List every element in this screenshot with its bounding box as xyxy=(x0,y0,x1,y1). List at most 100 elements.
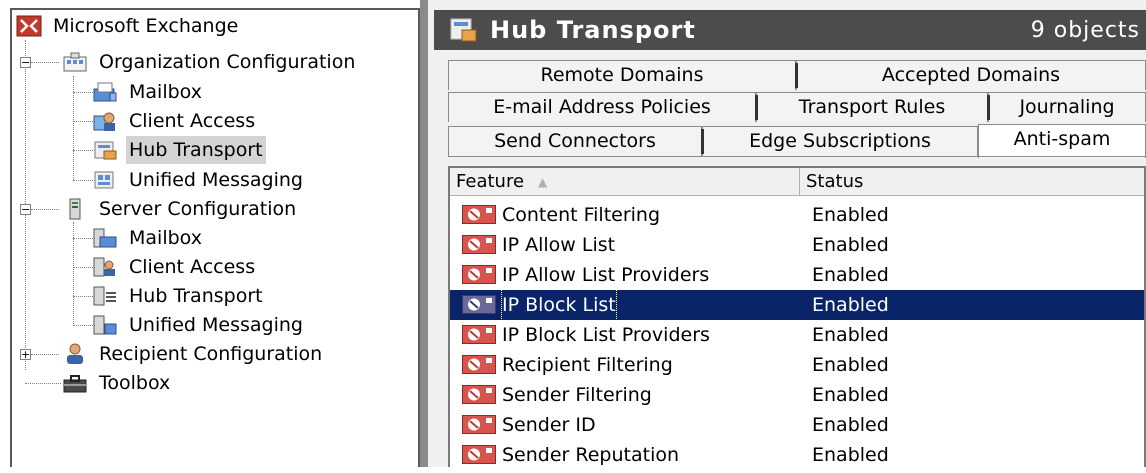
table-row[interactable]: Sender Reputation Enabled xyxy=(450,440,1144,470)
tab-email-address-policies[interactable]: E-mail Address Policies xyxy=(448,92,756,122)
tree-item-label: Mailbox xyxy=(129,81,202,103)
anti-spam-agent-icon xyxy=(462,235,496,254)
tree-item-label: Mailbox xyxy=(129,227,202,249)
anti-spam-agent-icon xyxy=(462,385,496,404)
status-cell: Enabled xyxy=(812,204,889,226)
table-row[interactable]: Sender Filtering Enabled xyxy=(450,380,1144,410)
tab-strip-divider xyxy=(448,156,1146,157)
anti-spam-agent-icon xyxy=(462,445,496,464)
sort-ascending-icon: ▲ xyxy=(538,175,548,189)
tab-accepted-domains[interactable]: Accepted Domains xyxy=(795,60,1146,90)
server-icon xyxy=(69,198,81,220)
feature-cell: Content Filtering xyxy=(502,204,661,226)
tab-anti-spam[interactable]: Anti-spam xyxy=(978,124,1146,158)
object-count: 9 objects xyxy=(1030,17,1140,43)
tree-item-label: Recipient Configuration xyxy=(99,343,323,365)
tree-item-label: Unified Messaging xyxy=(129,169,303,191)
tab-send-connectors[interactable]: Send Connectors xyxy=(448,126,702,156)
hub-transport-server-icon xyxy=(93,286,116,306)
tree-connector xyxy=(73,150,93,151)
tree-item-label: Client Access xyxy=(129,110,256,132)
column-header-label: Status xyxy=(806,171,864,192)
tree-item-org-mailbox[interactable]: Mailbox xyxy=(92,78,205,106)
tab-separator xyxy=(755,95,758,120)
organization-icon xyxy=(63,52,87,72)
window-bottom-edge xyxy=(0,467,1146,473)
collapse-icon[interactable]: − xyxy=(20,204,31,215)
hub-transport-icon xyxy=(450,18,477,42)
tree-item-label: Unified Messaging xyxy=(129,314,303,336)
tab-label: Anti-spam xyxy=(1013,128,1111,150)
tab-remote-domains[interactable]: Remote Domains xyxy=(448,60,796,90)
tree-item-server-client-access[interactable]: Client Access xyxy=(92,253,258,281)
tab-label: Transport Rules xyxy=(798,96,946,118)
tree-connector xyxy=(31,62,59,63)
tree-item-label: Microsoft Exchange xyxy=(53,15,239,37)
tab-label: E-mail Address Policies xyxy=(493,96,711,118)
tree-item-org-client-access[interactable]: Client Access xyxy=(92,107,258,135)
tree-item-label: Server Configuration xyxy=(99,198,297,220)
unified-messaging-server-icon xyxy=(93,315,117,335)
tree-connector xyxy=(31,354,59,355)
status-cell: Enabled xyxy=(812,354,889,376)
tab-journaling[interactable]: Journaling xyxy=(987,92,1146,122)
table-row[interactable]: IP Allow List Enabled xyxy=(450,230,1144,260)
page-title: Hub Transport xyxy=(490,16,696,44)
tree-item-org-unified-messaging[interactable]: Unified Messaging xyxy=(92,166,306,194)
list-header: Feature ▲ Status xyxy=(450,168,1144,196)
tree-item-label: Client Access xyxy=(129,256,256,278)
feature-cell: IP Allow List Providers xyxy=(502,264,710,286)
client-access-server-icon xyxy=(93,257,115,277)
feature-cell: Recipient Filtering xyxy=(502,354,673,376)
table-row[interactable]: IP Block List Providers Enabled xyxy=(450,320,1144,350)
tree-connector xyxy=(73,238,93,239)
hub-transport-icon xyxy=(94,141,117,160)
expand-icon[interactable]: + xyxy=(20,349,31,360)
table-row[interactable]: Content Filtering Enabled xyxy=(450,200,1144,230)
table-row[interactable]: IP Allow List Providers Enabled xyxy=(450,260,1144,290)
column-header-label: Feature xyxy=(456,171,525,192)
exchange-icon xyxy=(16,15,42,37)
tree-item-server-unified-messaging[interactable]: Unified Messaging xyxy=(92,311,306,339)
tab-label: Send Connectors xyxy=(494,130,656,152)
tree-item-recipient-configuration[interactable]: Recipient Configuration xyxy=(62,340,325,368)
mailbox-icon xyxy=(93,82,117,102)
client-access-icon xyxy=(93,112,115,131)
tab-separator xyxy=(987,95,990,120)
tree-item-organization-configuration[interactable]: Organization Configuration xyxy=(62,48,358,76)
status-cell: Enabled xyxy=(812,294,889,316)
status-cell: Enabled xyxy=(812,384,889,406)
table-row[interactable]: Sender ID Enabled xyxy=(450,410,1144,440)
tab-separator xyxy=(795,63,798,88)
tree-item-server-hub-transport[interactable]: Hub Transport xyxy=(92,282,266,310)
column-header-status[interactable]: Status xyxy=(800,168,1144,196)
feature-cell: IP Block List Providers xyxy=(502,324,710,346)
tree-connector xyxy=(73,121,93,122)
anti-spam-feature-list[interactable]: Feature ▲ Status Content Filtering Enabled… xyxy=(448,166,1146,473)
tree-item-label: Hub Transport xyxy=(129,285,263,307)
status-cell: Enabled xyxy=(812,234,889,256)
tree-item-org-hub-transport[interactable]: Hub Transport xyxy=(92,136,266,164)
pane-splitter[interactable] xyxy=(420,0,428,473)
tree-item-label: Hub Transport xyxy=(126,136,266,164)
table-row[interactable]: IP Block List Enabled xyxy=(450,289,1144,321)
tree-item-server-configuration[interactable]: Server Configuration xyxy=(62,195,299,223)
table-row[interactable]: Recipient Filtering Enabled xyxy=(450,350,1144,380)
column-header-feature[interactable]: Feature ▲ xyxy=(450,168,800,196)
tree-connector xyxy=(25,383,61,384)
tab-label: Accepted Domains xyxy=(881,64,1061,86)
tab-edge-subscriptions[interactable]: Edge Subscriptions xyxy=(701,126,978,156)
result-pane-header: Hub Transport 9 objects xyxy=(434,10,1146,50)
navigation-tree: Microsoft Exchange − Organization Config… xyxy=(10,8,420,473)
unified-messaging-icon xyxy=(94,171,114,189)
tree-connector xyxy=(31,209,59,210)
tab-transport-rules[interactable]: Transport Rules xyxy=(755,92,988,122)
tree-root-microsoft-exchange[interactable]: Microsoft Exchange xyxy=(16,12,241,40)
tree-item-toolbox[interactable]: Toolbox xyxy=(62,369,173,397)
feature-cell: IP Allow List xyxy=(502,234,616,256)
tree-connector xyxy=(73,267,93,268)
tab-label: Edge Subscriptions xyxy=(749,130,931,152)
anti-spam-agent-icon xyxy=(462,295,496,314)
tree-item-server-mailbox[interactable]: Mailbox xyxy=(92,224,205,252)
collapse-icon[interactable]: − xyxy=(20,57,31,68)
